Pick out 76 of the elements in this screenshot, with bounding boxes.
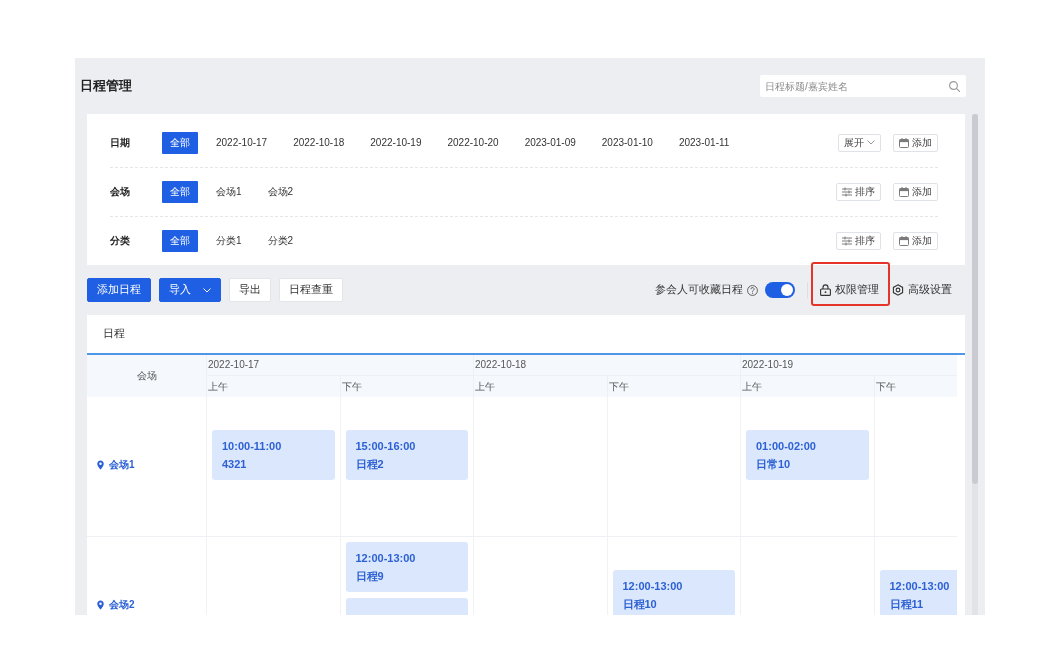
- filter-label: 会场: [110, 185, 131, 199]
- help-icon: [747, 284, 758, 296]
- filter-option[interactable]: 2022-10-20: [434, 131, 512, 154]
- filter-option[interactable]: 分类2: [254, 230, 307, 252]
- filter-option[interactable]: 全部: [162, 230, 198, 252]
- filter-option[interactable]: 分类1: [203, 230, 255, 252]
- settings-button[interactable]: 高级设置: [892, 283, 952, 297]
- toolbar-button[interactable]: 导出: [229, 278, 271, 302]
- date-header: 2022-10-18: [473, 355, 740, 376]
- filter-option[interactable]: 2023-01-10: [588, 131, 666, 154]
- add-button[interactable]: 添加: [893, 232, 938, 250]
- event-title: 日程11: [889, 597, 925, 611]
- filter-option[interactable]: 全部: [162, 131, 198, 154]
- toggle-switch[interactable]: [765, 282, 795, 298]
- settings-icon: [892, 284, 904, 296]
- add-button[interactable]: 添加: [893, 183, 938, 201]
- period-header: 下午: [606, 376, 740, 397]
- event-card[interactable]: 01:00-02:00 日常10: [746, 430, 869, 480]
- permissions-button[interactable]: 权限管理: [820, 283, 879, 297]
- event-title: 日程9: [355, 569, 385, 583]
- event-time: 15:00-16:00: [355, 439, 417, 453]
- expand-button[interactable]: 展开: [838, 133, 881, 152]
- date-header: 2022-10-17: [206, 355, 473, 376]
- add-button[interactable]: 添加: [893, 133, 938, 152]
- event-card[interactable]: 12:00-13:00 日程10: [612, 570, 735, 615]
- page-title: 日程管理: [80, 77, 132, 95]
- period-header: 上午: [473, 376, 607, 397]
- event-time: 12:00-13:00: [889, 579, 951, 593]
- filter-label: 分类: [110, 234, 131, 248]
- toolbar-button[interactable]: 日程查重: [279, 278, 343, 302]
- sort-button[interactable]: 排序: [836, 232, 881, 250]
- venue-name: 会场2: [109, 598, 135, 611]
- period-header: 下午: [339, 376, 473, 397]
- calendar-icon: [899, 137, 909, 148]
- event-title: 日程2: [355, 457, 385, 471]
- period-header: 上午: [206, 376, 340, 397]
- filter-label: 日期: [110, 135, 131, 150]
- calendar-icon: [899, 187, 909, 197]
- event-title: 4321: [222, 457, 248, 471]
- filter-option[interactable]: 2022-10-17: [203, 131, 281, 154]
- filter-option[interactable]: 2023-01-11: [665, 131, 743, 154]
- event-card[interactable]: 15:00-16:00 日程2: [345, 430, 468, 480]
- chevron-down-icon: [867, 140, 875, 145]
- event-time: 12:00-13:00: [355, 551, 417, 565]
- event-title: 日程10: [622, 597, 658, 611]
- search-field[interactable]: 日程标题/嘉宾姓名: [760, 75, 966, 97]
- sliders-icon: [842, 187, 852, 197]
- toggle-label: 参会人可收藏日程: [655, 283, 743, 297]
- tab[interactable]: 日程: [103, 327, 125, 341]
- event-card[interactable]: 10:00-11:00 4321: [212, 430, 335, 480]
- filter-option[interactable]: 会场1: [203, 181, 255, 203]
- filter-option[interactable]: 会场2: [254, 181, 307, 203]
- map-pin-icon: [97, 459, 104, 470]
- sort-button[interactable]: 排序: [836, 183, 881, 201]
- event-time: 01:00-02:00: [756, 439, 817, 453]
- filter-option[interactable]: 2022-10-19: [357, 131, 435, 154]
- filter-option[interactable]: 2022-10-18: [280, 131, 358, 154]
- toolbar-button[interactable]: 导入: [159, 278, 221, 302]
- sliders-icon: [842, 236, 852, 246]
- event-card[interactable]: 12:00-13:00 日程9: [345, 542, 468, 592]
- scrollbar[interactable]: [972, 114, 978, 615]
- scrollbar-thumb[interactable]: [972, 114, 978, 484]
- filter-option[interactable]: 全部: [162, 181, 198, 203]
- toolbar-button[interactable]: 添加日程: [87, 278, 151, 302]
- venue-name: 会场1: [109, 458, 135, 471]
- event-card[interactable]: 12:00-13:00 日程11: [879, 570, 957, 615]
- map-pin-icon: [97, 599, 104, 610]
- column-header: 会场: [135, 369, 158, 383]
- calendar-icon: [899, 236, 909, 246]
- event-title: 日常10: [756, 457, 792, 471]
- period-header: 上午: [740, 376, 874, 397]
- search-icon: [949, 80, 960, 92]
- filter-option[interactable]: 2023-01-09: [511, 131, 589, 154]
- event-time: 10:00-11:00: [222, 439, 283, 453]
- lock-icon: [820, 284, 831, 296]
- event-time: 12:00-13:00: [622, 579, 684, 593]
